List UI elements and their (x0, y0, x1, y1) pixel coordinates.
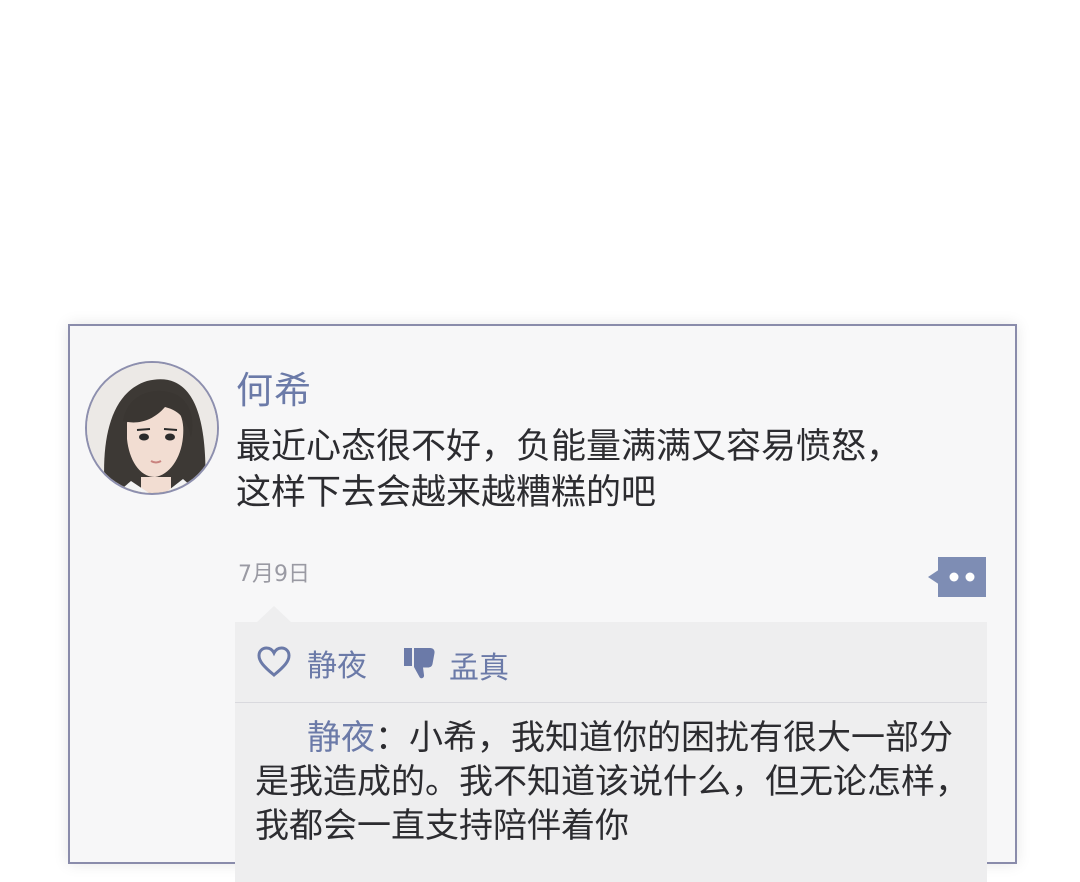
reply-comment: 静夜：小希，我知道你的困扰有很大一部分是我造成的。我不知道该说什么，但无论怎样，… (255, 716, 975, 848)
post-date: 7月9日 (238, 562, 310, 587)
reply-separator: ： (375, 718, 409, 758)
dislike-user-name[interactable]: 孟真 (449, 643, 509, 687)
avatar[interactable] (85, 361, 219, 495)
avatar-image (87, 363, 217, 493)
reaction-panel-pointer (256, 606, 292, 623)
post-card: 何希 最近心态很不好，负能量满满又容易愤怒， 这样下去会越来越糟糕的吧 7月9日… (68, 324, 1017, 882)
reaction-bar: 静夜 孟真 (235, 622, 987, 703)
post-text: 最近心态很不好，负能量满满又容易愤怒， 这样下去会越来越糟糕的吧 (236, 427, 902, 513)
post-username[interactable]: 何希 (236, 360, 312, 414)
comment-button[interactable] (928, 556, 988, 598)
reply-author[interactable]: 静夜 (307, 718, 375, 758)
heart-icon[interactable] (257, 646, 291, 678)
thumbs-down-icon[interactable] (403, 646, 437, 680)
reaction-panel: 静夜 孟真 静夜：小希，我知道你的困扰有很大一部分是我造成的。我不知道该说什么，… (235, 622, 987, 882)
like-user-name[interactable]: 静夜 (307, 641, 367, 685)
comment-bubble-icon (928, 557, 986, 597)
